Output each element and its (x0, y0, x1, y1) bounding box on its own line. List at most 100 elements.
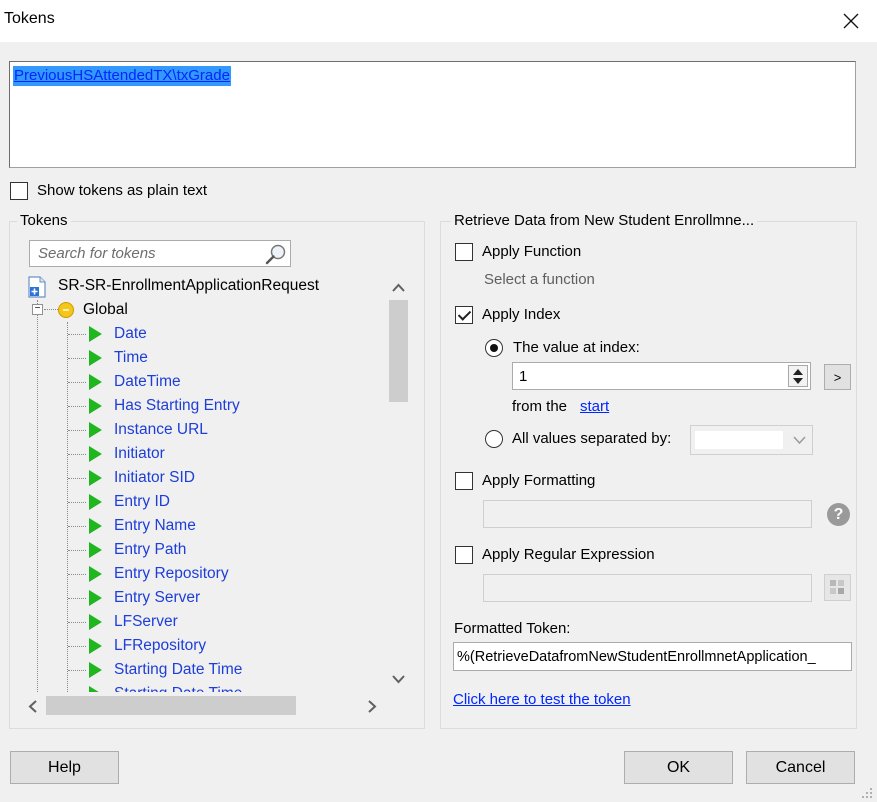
tree-line (68, 406, 86, 407)
tree-line (44, 309, 58, 310)
formatted-token-field[interactable]: %(RetrieveDatafromNewStudentEnrollmnetAp… (453, 642, 852, 671)
formatted-token-label: Formatted Token: (454, 620, 571, 637)
token-editor[interactable]: PreviousHSAttendedTX\txGrade (9, 61, 856, 168)
apply-regex-checkbox[interactable] (455, 546, 473, 564)
close-button[interactable] (825, 0, 877, 42)
apply-formatting-checkbox[interactable] (455, 472, 473, 490)
spin-down-icon[interactable] (793, 378, 803, 384)
chevron-down-icon[interactable] (793, 436, 806, 444)
search-input[interactable]: Search for tokens (29, 240, 291, 267)
spinner-buttons[interactable] (788, 365, 808, 387)
tree-line (68, 574, 86, 575)
tree-item[interactable]: Has Starting Entry (114, 394, 240, 418)
tree-item[interactable]: Entry Name (114, 514, 196, 538)
select-function-text: Select a function (484, 271, 595, 288)
tree-line (37, 300, 38, 692)
help-button[interactable]: Help (10, 751, 119, 784)
tree-line (68, 622, 86, 623)
separator-dropdown-inner (695, 431, 783, 449)
token-arrow-icon (89, 542, 102, 558)
formatted-token-value: %(RetrieveDatafromNewStudentEnrollmnetAp… (457, 649, 816, 665)
token-arrow-icon (89, 374, 102, 390)
tree-item[interactable]: Date (114, 322, 147, 346)
scroll-left-icon[interactable] (28, 700, 37, 713)
help-icon[interactable]: ? (827, 503, 850, 526)
token-arrow-icon (89, 662, 102, 678)
tree-horizontal-scrollbar[interactable] (20, 693, 387, 718)
token-arrow-icon (89, 494, 102, 510)
apply-formatting-label: Apply Formatting (482, 472, 596, 489)
token-arrow-icon (89, 614, 102, 630)
all-values-label: All values separated by: (512, 430, 672, 447)
tree-line (68, 478, 86, 479)
regex-builder-icon (830, 580, 844, 594)
tree-item[interactable]: Entry Path (114, 538, 186, 562)
scroll-right-icon[interactable] (368, 700, 377, 713)
index-spinner-input[interactable]: 1 (512, 362, 811, 390)
token-arrow-icon (89, 422, 102, 438)
tree-line (68, 550, 86, 551)
from-the-label: from the (512, 398, 568, 415)
scroll-thumb[interactable] (389, 300, 408, 402)
tree-item[interactable]: Instance URL (114, 418, 208, 442)
tree-line (68, 502, 86, 503)
tree-item[interactable]: Initiator SID (114, 466, 195, 490)
tree-item[interactable]: Starting Date Time (114, 682, 242, 692)
ok-button[interactable]: OK (624, 751, 733, 784)
tree-item[interactable]: Entry Server (114, 586, 200, 610)
value-at-index-radio[interactable] (485, 339, 503, 357)
tree-item[interactable]: LFServer (114, 610, 178, 634)
tree-line (68, 646, 86, 647)
token-arrow-icon (89, 638, 102, 654)
tree-line (68, 598, 86, 599)
all-values-radio[interactable] (485, 430, 503, 448)
tree-item[interactable]: Time (114, 346, 148, 370)
close-icon (843, 13, 859, 29)
token-editor-value[interactable]: PreviousHSAttendedTX\txGrade (13, 66, 231, 86)
global-icon (58, 302, 74, 318)
cancel-button[interactable]: Cancel (746, 751, 855, 784)
token-arrow-icon (89, 590, 102, 606)
tree-root-label[interactable]: SR-SR-EnrollmentApplicationRequest (58, 274, 319, 298)
test-token-link[interactable]: Click here to test the token (453, 691, 631, 708)
tree-item[interactable]: Initiator (114, 442, 165, 466)
search-placeholder: Search for tokens (38, 245, 156, 262)
regex-input[interactable] (483, 574, 812, 602)
apply-function-checkbox[interactable] (455, 243, 473, 261)
document-icon (28, 276, 46, 298)
token-tree[interactable]: SR-SR-EnrollmentApplicationRequest − Glo… (21, 272, 411, 692)
scroll-thumb[interactable] (46, 696, 296, 715)
tokens-legend: Tokens (17, 212, 71, 229)
scroll-up-icon[interactable] (392, 283, 405, 292)
scroll-down-icon[interactable] (392, 675, 405, 684)
separator-dropdown[interactable] (690, 425, 813, 455)
apply-function-label: Apply Function (482, 243, 582, 260)
tree-line (68, 526, 86, 527)
tree-item[interactable]: Entry Repository (114, 562, 229, 586)
spin-up-icon[interactable] (793, 369, 803, 375)
scroll-corner (387, 693, 411, 718)
token-arrow-icon (89, 686, 102, 692)
regex-builder-button[interactable] (824, 574, 851, 601)
start-link[interactable]: start (580, 398, 609, 415)
tree-item[interactable]: LFRepository (114, 634, 206, 658)
tree-global-label[interactable]: Global (83, 298, 128, 322)
apply-index-label: Apply Index (482, 306, 561, 323)
next-button[interactable]: > (824, 364, 851, 390)
token-arrow-icon (89, 326, 102, 342)
token-arrow-icon (89, 566, 102, 582)
tree-item[interactable]: Entry ID (114, 490, 170, 514)
plain-text-checkbox[interactable] (10, 182, 28, 200)
search-icon[interactable] (265, 243, 287, 265)
apply-index-checkbox[interactable] (455, 306, 473, 324)
tree-item[interactable]: Starting Date Time (114, 658, 242, 682)
resize-grip-icon[interactable] (860, 786, 874, 800)
tree-item[interactable]: DateTime (114, 370, 181, 394)
tree-line (68, 358, 86, 359)
tree-line (68, 430, 86, 431)
tree-line (68, 334, 86, 335)
formatting-input[interactable] (483, 500, 812, 528)
token-arrow-icon (89, 470, 102, 486)
tree-vertical-scrollbar[interactable] (386, 275, 411, 693)
collapse-toggle[interactable]: − (32, 304, 43, 315)
